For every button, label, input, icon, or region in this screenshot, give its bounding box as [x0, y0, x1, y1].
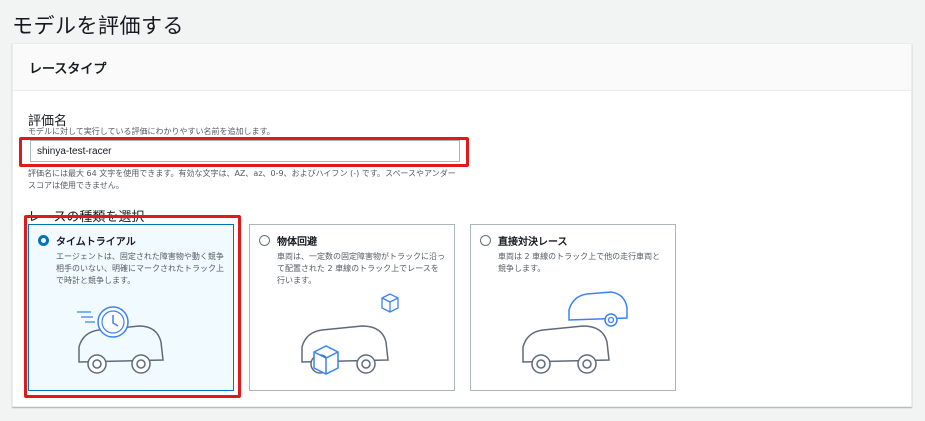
- evaluation-name-input[interactable]: [30, 140, 460, 162]
- radio-selected-icon[interactable]: [38, 235, 49, 246]
- card-description: 車両は 2 車線のトラック上で他の走行車両と競争します。: [498, 252, 661, 273]
- card-title: 直接対決レース: [498, 237, 568, 248]
- card-title: タイムトライアル: [56, 237, 136, 248]
- object-avoidance-car-icon: [301, 293, 399, 375]
- page-title: モデルを評価する: [12, 14, 184, 38]
- card-description: 車両は、一定数の固定障害物がトラックに沿って配置された 2 車線のトラック上でレ…: [277, 252, 445, 285]
- evaluation-name-help: 評価名には最大 64 文字を使用できます。有効な文字は、AZ、az、0-9、およ…: [28, 169, 456, 190]
- card-description: エージェントは、固定された障害物や動く競争相手のいない、明確にマークされたトラッ…: [56, 252, 224, 285]
- race-type-card-head-to-head[interactable]: 直接対決レース 車両は 2 車線のトラック上で他の走行車両と競争します。: [470, 224, 676, 391]
- evaluation-name-description: モデルに対して実行している評価にわかりやすい名前を追加します。: [28, 127, 275, 136]
- time-trial-car-icon: [77, 306, 164, 374]
- race-type-card-object-avoidance[interactable]: 物体回避 車両は、一定数の固定障害物がトラックに沿って配置された 2 車線のトラ…: [249, 224, 455, 391]
- race-type-panel: レースタイプ 評価名 モデルに対して実行している評価にわかりやすい名前を追加しま…: [12, 43, 912, 407]
- radio-unselected-icon[interactable]: [259, 235, 270, 246]
- race-type-label: レースの種類を選択: [28, 210, 145, 225]
- card-title: 物体回避: [277, 237, 317, 248]
- panel-header: レースタイプ: [13, 44, 911, 91]
- radio-unselected-icon[interactable]: [480, 235, 491, 246]
- race-type-card-time-trial[interactable]: タイムトライアル エージェントは、固定された障害物や動く競争相手のいない、明確に…: [28, 224, 234, 391]
- head-to-head-car-icon: [522, 291, 628, 374]
